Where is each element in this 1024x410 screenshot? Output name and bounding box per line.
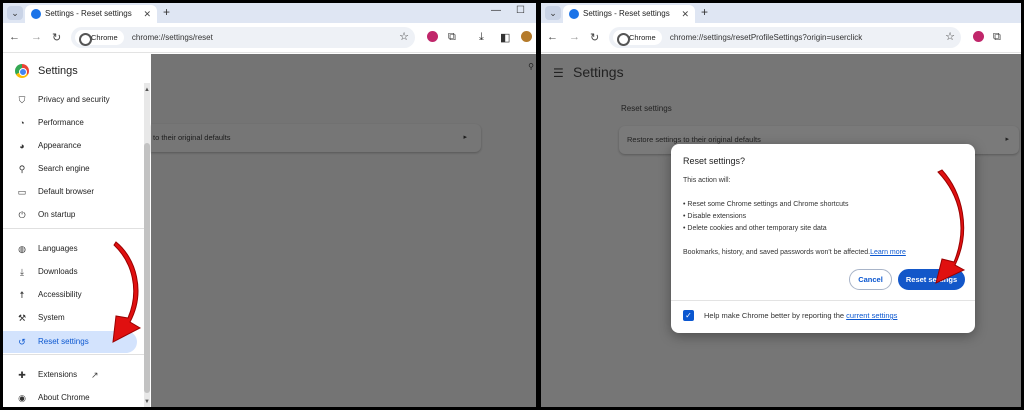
annotation-arrows bbox=[112, 169, 966, 343]
red-arrow-right bbox=[935, 169, 966, 284]
red-arrow-left bbox=[112, 241, 142, 343]
